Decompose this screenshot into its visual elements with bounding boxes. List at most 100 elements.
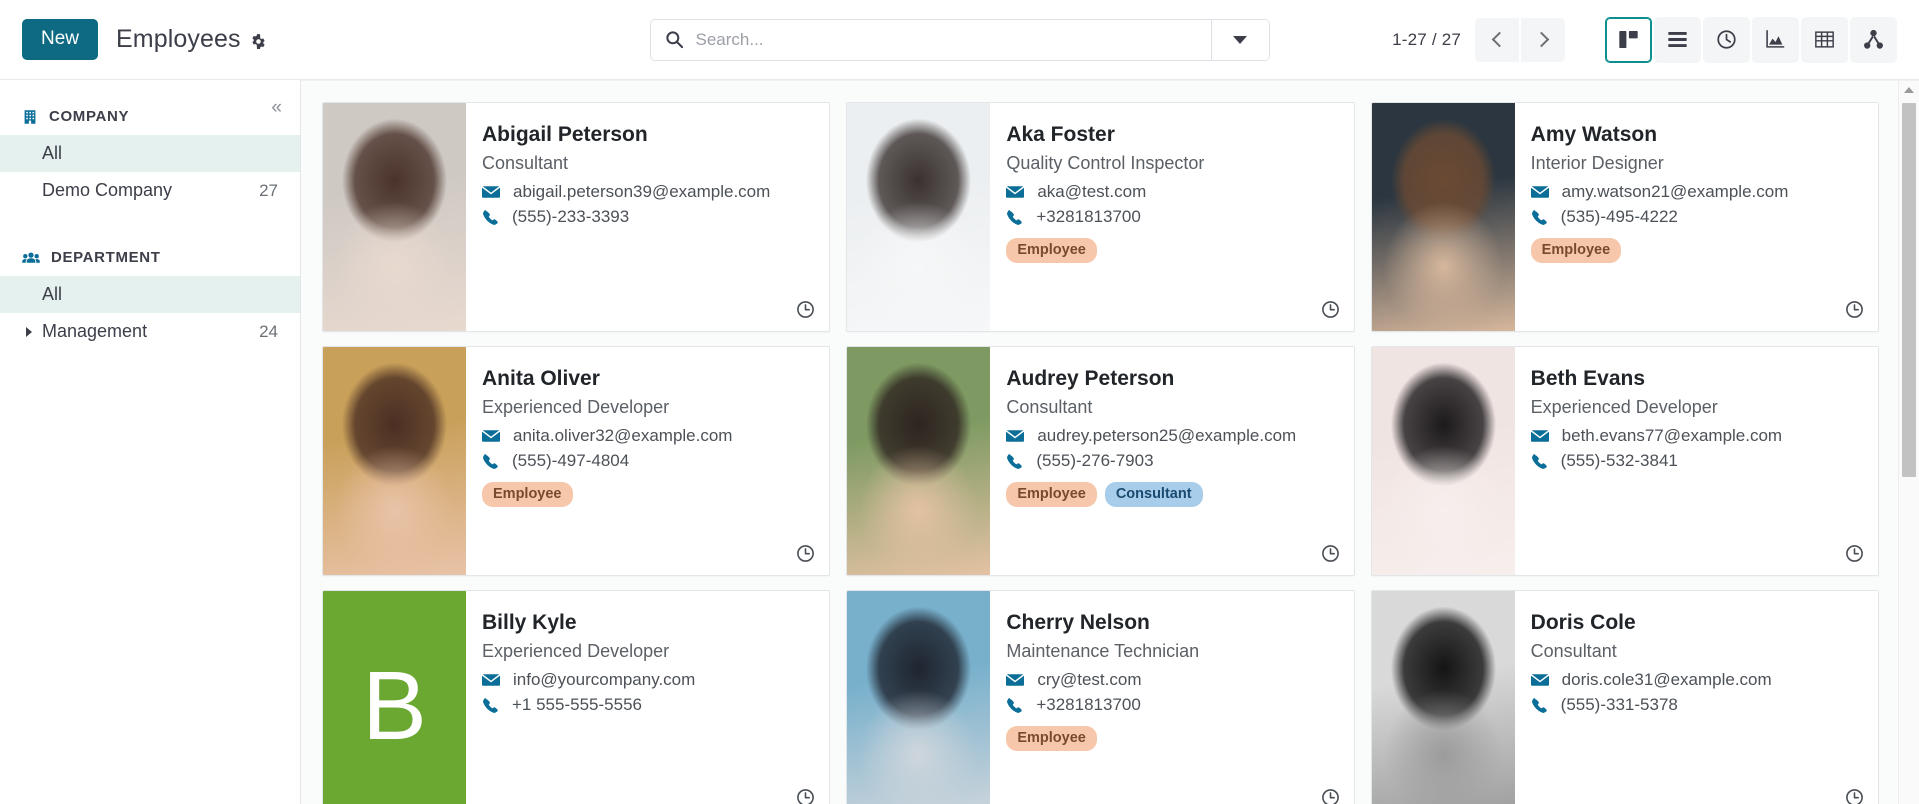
building-icon: [22, 109, 38, 125]
employee-email[interactable]: doris.cole31@example.com: [1530, 668, 1862, 693]
employee-card[interactable]: B Billy Kyle Experienced Developer info@you…: [322, 590, 831, 804]
employee-name: Aka Foster: [1006, 123, 1115, 146]
sidebar-section-company: COMPANY All Demo Company 27: [0, 102, 300, 209]
kanban-view: Abigail Peterson Consultant abigail.peters…: [301, 80, 1919, 804]
sidebar-item-count: 27: [259, 180, 278, 200]
employee-card-body: Doris Cole Consultant doris.cole31@example…: [1515, 591, 1878, 804]
employee-email[interactable]: cry@test.com: [1006, 668, 1337, 693]
employee-card-body: Beth Evans Experienced Developer beth.evan…: [1515, 347, 1878, 575]
envelope-icon: [1006, 671, 1025, 689]
search-field[interactable]: [651, 20, 1211, 60]
view-button-pivot[interactable]: [1801, 16, 1848, 63]
sidebar-item-demo-company[interactable]: Demo Company 27: [0, 172, 300, 209]
employee-card[interactable]: Cherry Nelson Maintenance Technician cry@t…: [846, 590, 1355, 804]
sidebar-section-title: DEPARTMENT: [51, 249, 161, 266]
employee-tag: Consultant: [1104, 481, 1203, 507]
employee-avatar: [847, 591, 991, 804]
employee-card[interactable]: Anita Oliver Experienced Developer anita.o…: [322, 346, 831, 576]
clock-icon[interactable]: [796, 788, 815, 804]
employee-name: Doris Cole: [1530, 611, 1636, 634]
search-view[interactable]: [649, 18, 1270, 61]
employee-email[interactable]: amy.watson21@example.com: [1530, 180, 1862, 205]
pager-previous-button[interactable]: [1475, 17, 1519, 62]
employee-job-title: Consultant: [482, 153, 569, 174]
employee-phone[interactable]: (555)-331-5378: [1531, 693, 1862, 718]
envelope-icon: [1530, 427, 1549, 445]
control-panel-right: 1-27 / 27: [1392, 16, 1897, 63]
sidebar-collapse-icon[interactable]: «: [271, 98, 282, 117]
employee-email[interactable]: beth.evans77@example.com: [1530, 424, 1862, 449]
employee-email[interactable]: audrey.peterson25@example.com: [1006, 424, 1337, 449]
employee-phone[interactable]: +3281813700: [1006, 205, 1337, 230]
clock-icon[interactable]: [1321, 788, 1340, 804]
search-area: [649, 18, 1270, 61]
new-button[interactable]: New: [22, 19, 99, 60]
employee-tag: Employee: [1530, 237, 1622, 263]
employee-email-text: amy.watson21@example.com: [1561, 181, 1789, 201]
employee-phone[interactable]: (535)-495-4222: [1531, 205, 1862, 230]
pager-next-button[interactable]: [1521, 17, 1565, 62]
employee-job-title: Quality Control Inspector: [1006, 153, 1205, 174]
phone-icon: [1531, 453, 1548, 470]
scrollbar-thumb[interactable]: [1902, 103, 1916, 477]
employee-phone-text: (555)-276-7903: [1036, 451, 1154, 471]
gear-icon[interactable]: [250, 33, 267, 50]
employee-phone-text: (555)-233-3393: [512, 207, 630, 227]
clock-icon[interactable]: [1321, 300, 1340, 319]
search-dropdown-toggle[interactable]: [1210, 19, 1269, 60]
employee-card[interactable]: Aka Foster Quality Control Inspector aka@t…: [846, 102, 1355, 332]
clock-icon[interactable]: [1845, 300, 1864, 319]
chevron-right-icon[interactable]: [26, 326, 32, 337]
sidebar-item-company-all[interactable]: All: [0, 135, 300, 172]
employee-card[interactable]: Audrey Peterson Consultant audrey.peterson…: [846, 346, 1355, 576]
employee-phone[interactable]: +1 555-555-5556: [482, 693, 813, 718]
clock-icon[interactable]: [796, 544, 815, 563]
employee-avatar: [847, 103, 991, 331]
page-title: Employees: [116, 25, 241, 53]
view-button-orgchart[interactable]: [1850, 16, 1897, 63]
employee-card[interactable]: Amy Watson Interior Designer amy.watson21@…: [1370, 102, 1879, 332]
sidebar-item-management[interactable]: Management 24: [0, 313, 300, 350]
people-icon: [22, 250, 40, 266]
avatar-photo: [1371, 347, 1515, 575]
employee-job-title: Experienced Developer: [482, 397, 670, 418]
employee-job-title: Interior Designer: [1530, 153, 1664, 174]
clock-icon[interactable]: [796, 300, 815, 319]
view-button-list[interactable]: [1654, 16, 1701, 63]
sidebar-item-department-all[interactable]: All: [0, 276, 300, 313]
employee-phone[interactable]: (555)-233-3393: [482, 205, 813, 230]
employee-phone[interactable]: (555)-276-7903: [1006, 449, 1337, 474]
employee-email[interactable]: aka@test.com: [1006, 180, 1337, 205]
clock-icon[interactable]: [1321, 544, 1340, 563]
employee-tag-list: Employee: [1006, 237, 1337, 263]
envelope-icon: [482, 427, 500, 445]
employee-phone[interactable]: (555)-497-4804: [482, 449, 813, 474]
employee-job-title: Experienced Developer: [482, 641, 670, 662]
pager-value: 1-27 / 27: [1392, 29, 1461, 49]
employee-avatar: [323, 347, 466, 575]
employee-email[interactable]: anita.oliver32@example.com: [482, 424, 813, 449]
vertical-scrollbar[interactable]: [1898, 81, 1919, 804]
employee-avatar: B: [323, 591, 466, 804]
employee-job-title: Maintenance Technician: [1006, 641, 1200, 662]
employee-email[interactable]: info@yourcompany.com: [482, 668, 813, 693]
clock-icon[interactable]: [1845, 544, 1864, 563]
clock-icon[interactable]: [1845, 788, 1864, 804]
scroll-up-arrow-icon[interactable]: [1904, 87, 1914, 93]
chevron-right-icon: [1533, 31, 1549, 48]
employee-email[interactable]: abigail.peterson39@example.com: [482, 180, 813, 205]
view-button-kanban[interactable]: [1605, 16, 1652, 63]
search-input[interactable]: [695, 29, 1197, 50]
employee-card[interactable]: Abigail Peterson Consultant abigail.peters…: [322, 102, 831, 332]
employee-card[interactable]: Beth Evans Experienced Developer beth.evan…: [1370, 346, 1879, 576]
sidebar-item-label: Demo Company: [42, 180, 173, 200]
phone-icon: [1006, 697, 1023, 714]
view-button-graph[interactable]: [1752, 16, 1799, 63]
employee-avatar: [847, 347, 991, 575]
employee-phone[interactable]: (555)-532-3841: [1531, 449, 1862, 474]
employee-email-text: audrey.peterson25@example.com: [1037, 425, 1297, 445]
employee-email-text: anita.oliver32@example.com: [513, 425, 733, 445]
employee-card[interactable]: Doris Cole Consultant doris.cole31@example…: [1370, 590, 1879, 804]
employee-phone[interactable]: +3281813700: [1006, 693, 1337, 718]
view-button-activity[interactable]: [1703, 16, 1750, 63]
